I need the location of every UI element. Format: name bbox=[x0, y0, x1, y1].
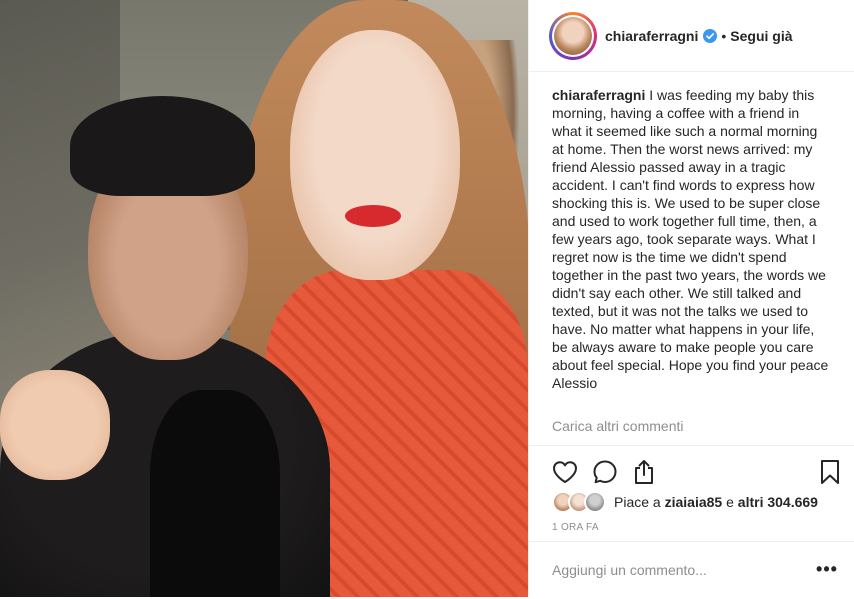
photo-hand bbox=[0, 370, 110, 480]
story-ring[interactable] bbox=[549, 11, 597, 60]
post-caption: chiaraferragni I was feeding my baby thi… bbox=[552, 86, 832, 392]
caption-username-link[interactable]: chiaraferragni bbox=[552, 87, 645, 103]
share-button[interactable] bbox=[630, 458, 658, 486]
likes-count-link[interactable]: altri 304.669 bbox=[738, 494, 818, 510]
post-header: chiaraferragni • Segui già bbox=[529, 0, 854, 72]
heart-icon bbox=[553, 461, 577, 483]
photo-woman-face bbox=[290, 30, 460, 280]
photo-woman-lips bbox=[345, 205, 401, 227]
save-button[interactable] bbox=[816, 458, 844, 486]
likes-text: Piace a ziaiaia85 e altri 304.669 bbox=[614, 494, 818, 510]
comment-icon bbox=[593, 460, 617, 484]
likes-summary[interactable]: Piace a ziaiaia85 e altri 304.669 bbox=[552, 490, 818, 514]
following-button[interactable]: Segui già bbox=[730, 28, 792, 44]
more-options-icon[interactable]: ••• bbox=[816, 559, 837, 579]
photo-man-hair bbox=[70, 96, 255, 196]
liker-avatar bbox=[584, 491, 606, 513]
comment-box: ••• bbox=[529, 541, 854, 597]
liker-username-link[interactable]: ziaiaia85 bbox=[665, 494, 723, 510]
photo-man-shirt bbox=[150, 390, 280, 597]
verified-badge-icon bbox=[703, 28, 718, 43]
comment-input[interactable] bbox=[552, 561, 802, 578]
post-photo[interactable] bbox=[0, 0, 528, 597]
post-timestamp[interactable]: 1 ORA FA bbox=[552, 522, 599, 533]
share-icon bbox=[635, 460, 653, 484]
caption-text: I was feeding my baby this morning, havi… bbox=[552, 87, 829, 391]
username-link[interactable]: chiaraferragni bbox=[605, 28, 698, 44]
like-button[interactable] bbox=[551, 458, 579, 486]
comment-button[interactable] bbox=[591, 458, 619, 486]
post-side-panel: chiaraferragni • Segui già chiaraferragn… bbox=[529, 0, 854, 597]
bookmark-icon bbox=[821, 460, 839, 484]
separator-dot: • bbox=[721, 27, 727, 44]
avatar[interactable] bbox=[554, 16, 592, 55]
load-more-comments-link[interactable]: Carica altri commenti bbox=[552, 418, 683, 434]
